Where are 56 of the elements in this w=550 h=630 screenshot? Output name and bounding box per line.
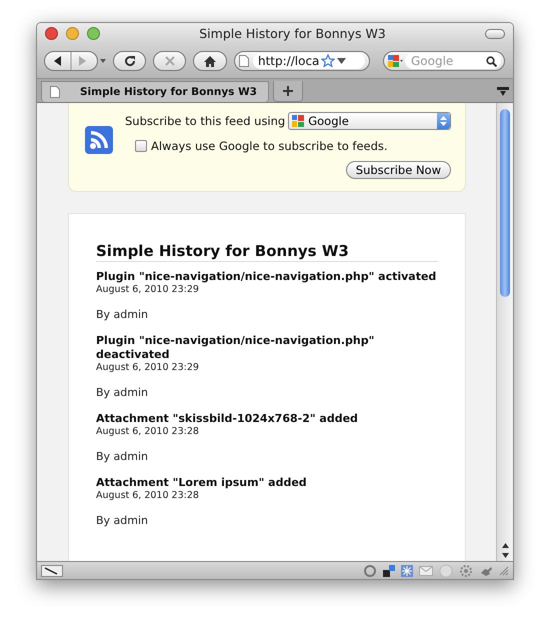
entry-author: By admin (96, 450, 150, 464)
search-engine-icon[interactable] (387, 54, 403, 68)
entry-date: August 6, 2010 23:28 (96, 490, 200, 502)
scroll-down-icon[interactable] (502, 553, 508, 558)
close-button-icon[interactable] (45, 27, 58, 40)
new-tab-button[interactable] (273, 81, 303, 102)
search-icon (486, 56, 497, 66)
address-bar[interactable]: http://loca (234, 51, 370, 71)
checkbox[interactable] (135, 140, 147, 152)
plus-icon (283, 86, 293, 96)
squares-icon[interactable] (383, 564, 395, 576)
history-caret-icon[interactable] (100, 59, 106, 63)
scrollbar-thumb[interactable] (500, 109, 510, 297)
home-button[interactable] (193, 51, 227, 71)
scrollbar[interactable] (496, 103, 513, 561)
stop-icon (164, 56, 174, 66)
page-icon (239, 55, 249, 67)
google-logo-icon (291, 114, 306, 128)
subscribe-prompt: Subscribe to this feed using (125, 114, 286, 128)
entry-author: By admin (96, 386, 150, 400)
entry-author: By admin (96, 308, 150, 322)
entry-title: Attachment "Lorem ipsum" added (96, 476, 308, 490)
feed-reader-select[interactable]: Google (288, 112, 451, 130)
toolbar-toggle-button[interactable] (485, 28, 505, 38)
subscribe-now-button[interactable]: Subscribe Now (346, 161, 451, 179)
gear-icon[interactable] (459, 564, 473, 578)
entry-date: August 6, 2010 23:29 (96, 284, 200, 296)
resize-grip-icon[interactable] (499, 566, 509, 576)
back-forward-button[interactable] (44, 51, 98, 71)
entry-date: August 6, 2010 23:29 (96, 362, 200, 374)
entry-title: Attachment "skissbild-1024x768-2" added (96, 412, 359, 426)
page-icon (50, 86, 60, 98)
checkbox-label: Always use Google to subscribe to feeds. (151, 139, 388, 153)
reload-icon (124, 55, 136, 67)
entry-title: Plugin "nice-navigation/nice-navigation.php" deactivated (96, 334, 376, 362)
tab-list-icon[interactable] (497, 86, 509, 98)
snowflake-icon[interactable] (401, 564, 413, 576)
pen-icon[interactable] (41, 564, 63, 576)
window-title: Simple History for Bonnys W3 (198, 26, 387, 41)
address-text: http://loca (258, 54, 320, 68)
bookmark-star-icon[interactable] (321, 54, 336, 68)
reload-button[interactable] (113, 51, 146, 71)
entry-author: By admin (96, 514, 150, 528)
entry-date: August 6, 2010 23:28 (96, 426, 200, 438)
history-heading: Simple History for Bonnys W3 (96, 242, 438, 262)
rss-feed-icon (85, 126, 113, 154)
scroll-up-icon[interactable] (502, 543, 508, 548)
minimize-button-icon[interactable] (66, 27, 79, 40)
browser-tab[interactable]: Simple History for Bonnys W3 (41, 81, 269, 102)
home-icon (204, 56, 216, 66)
zoom-button-icon[interactable] (87, 27, 100, 40)
stop-button[interactable] (153, 51, 186, 71)
entry-title: Plugin "nice-navigation/nice-navigation.php" activated (96, 270, 438, 284)
search-placeholder: Google (411, 54, 454, 68)
stepper-icon (440, 116, 447, 126)
dropdown-caret-icon[interactable] (337, 58, 346, 64)
